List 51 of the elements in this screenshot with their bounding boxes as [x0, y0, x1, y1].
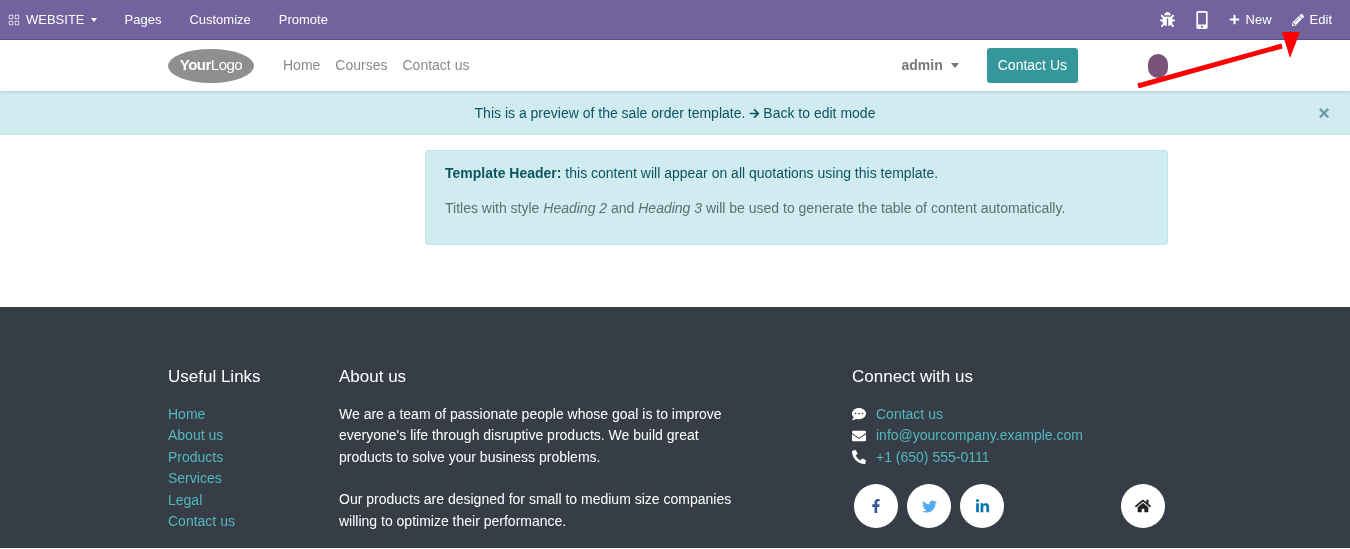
mobile-icon[interactable] — [1194, 10, 1209, 29]
edit-button[interactable]: Edit — [1291, 9, 1332, 30]
about-paragraph: We are a team of passionate people whose goal is to improve everyone's life through disruptive products. We build great products to solve your business problems. — [339, 404, 723, 467]
linkedin-button[interactable] — [960, 484, 1004, 529]
nav-link[interactable]: Courses — [335, 55, 388, 76]
footer-link[interactable]: Home — [168, 403, 206, 426]
footer-heading: About us — [339, 366, 408, 388]
footer-heading: Connect with us — [852, 366, 974, 388]
close-button[interactable]: × — [1318, 98, 1330, 128]
footer-link[interactable]: Products — [168, 446, 224, 469]
contact-us-button[interactable]: Contact Us — [986, 48, 1078, 83]
website-menu[interactable]: WEBSITE — [8, 9, 97, 30]
envelope-icon — [852, 428, 866, 443]
new-button[interactable]: New — [1228, 9, 1272, 30]
user-menu[interactable]: admin — [901, 55, 959, 76]
caret-icon — [950, 63, 959, 68]
nav-link[interactable]: Contact us — [402, 55, 470, 76]
footer-link[interactable]: About us — [168, 425, 224, 447]
home-icon — [1135, 498, 1151, 515]
footer-link[interactable]: Legal — [168, 489, 203, 512]
arrow-icon — [749, 107, 761, 119]
footer-link[interactable]: Contact us — [168, 511, 235, 534]
phone-icon — [852, 450, 866, 465]
linkedin-icon — [974, 498, 990, 514]
about-paragraph: Our products are designed for small to medium size companies willing to optimize their performance. — [339, 490, 733, 531]
facebook-button[interactable] — [854, 484, 898, 529]
card-text: Template Header: this content will appear on all quotations using this template. — [445, 164, 940, 183]
admin-menu-item[interactable]: Pages — [124, 9, 162, 30]
plus-icon — [1228, 14, 1240, 25]
card-text: Titles with style Heading 2 and Heading 3 will be used to generate the table of content automatically. — [445, 199, 1067, 218]
twitter-icon — [921, 498, 937, 514]
grid-icon — [8, 13, 20, 26]
contact-link[interactable]: info@yourcompany.example.com — [876, 425, 1083, 447]
alert-text: This is a preview of the sale order template. — [474, 103, 746, 123]
home-button[interactable] — [1121, 484, 1165, 529]
bug-icon[interactable] — [1159, 12, 1175, 27]
facebook-icon — [869, 499, 883, 514]
footer-heading: Useful Links — [168, 366, 262, 388]
chat-icon — [852, 407, 866, 422]
contact-link[interactable]: +1 (650) 555-0111 — [876, 447, 990, 468]
pencil-icon — [1291, 13, 1304, 26]
contact-link[interactable]: Contact us — [876, 403, 943, 425]
footer-link[interactable]: Services — [168, 468, 222, 490]
caret-icon — [90, 17, 97, 22]
nav-link[interactable]: Home — [283, 55, 321, 76]
logo[interactable]: YourLogo — [168, 48, 254, 83]
admin-menu-item[interactable]: Promote — [278, 9, 328, 30]
twitter-button[interactable] — [907, 484, 951, 529]
avatar[interactable] — [1148, 53, 1168, 78]
back-to-edit-link[interactable]: Back to edit mode — [749, 102, 876, 124]
admin-menu-item[interactable]: Customize — [189, 9, 251, 30]
